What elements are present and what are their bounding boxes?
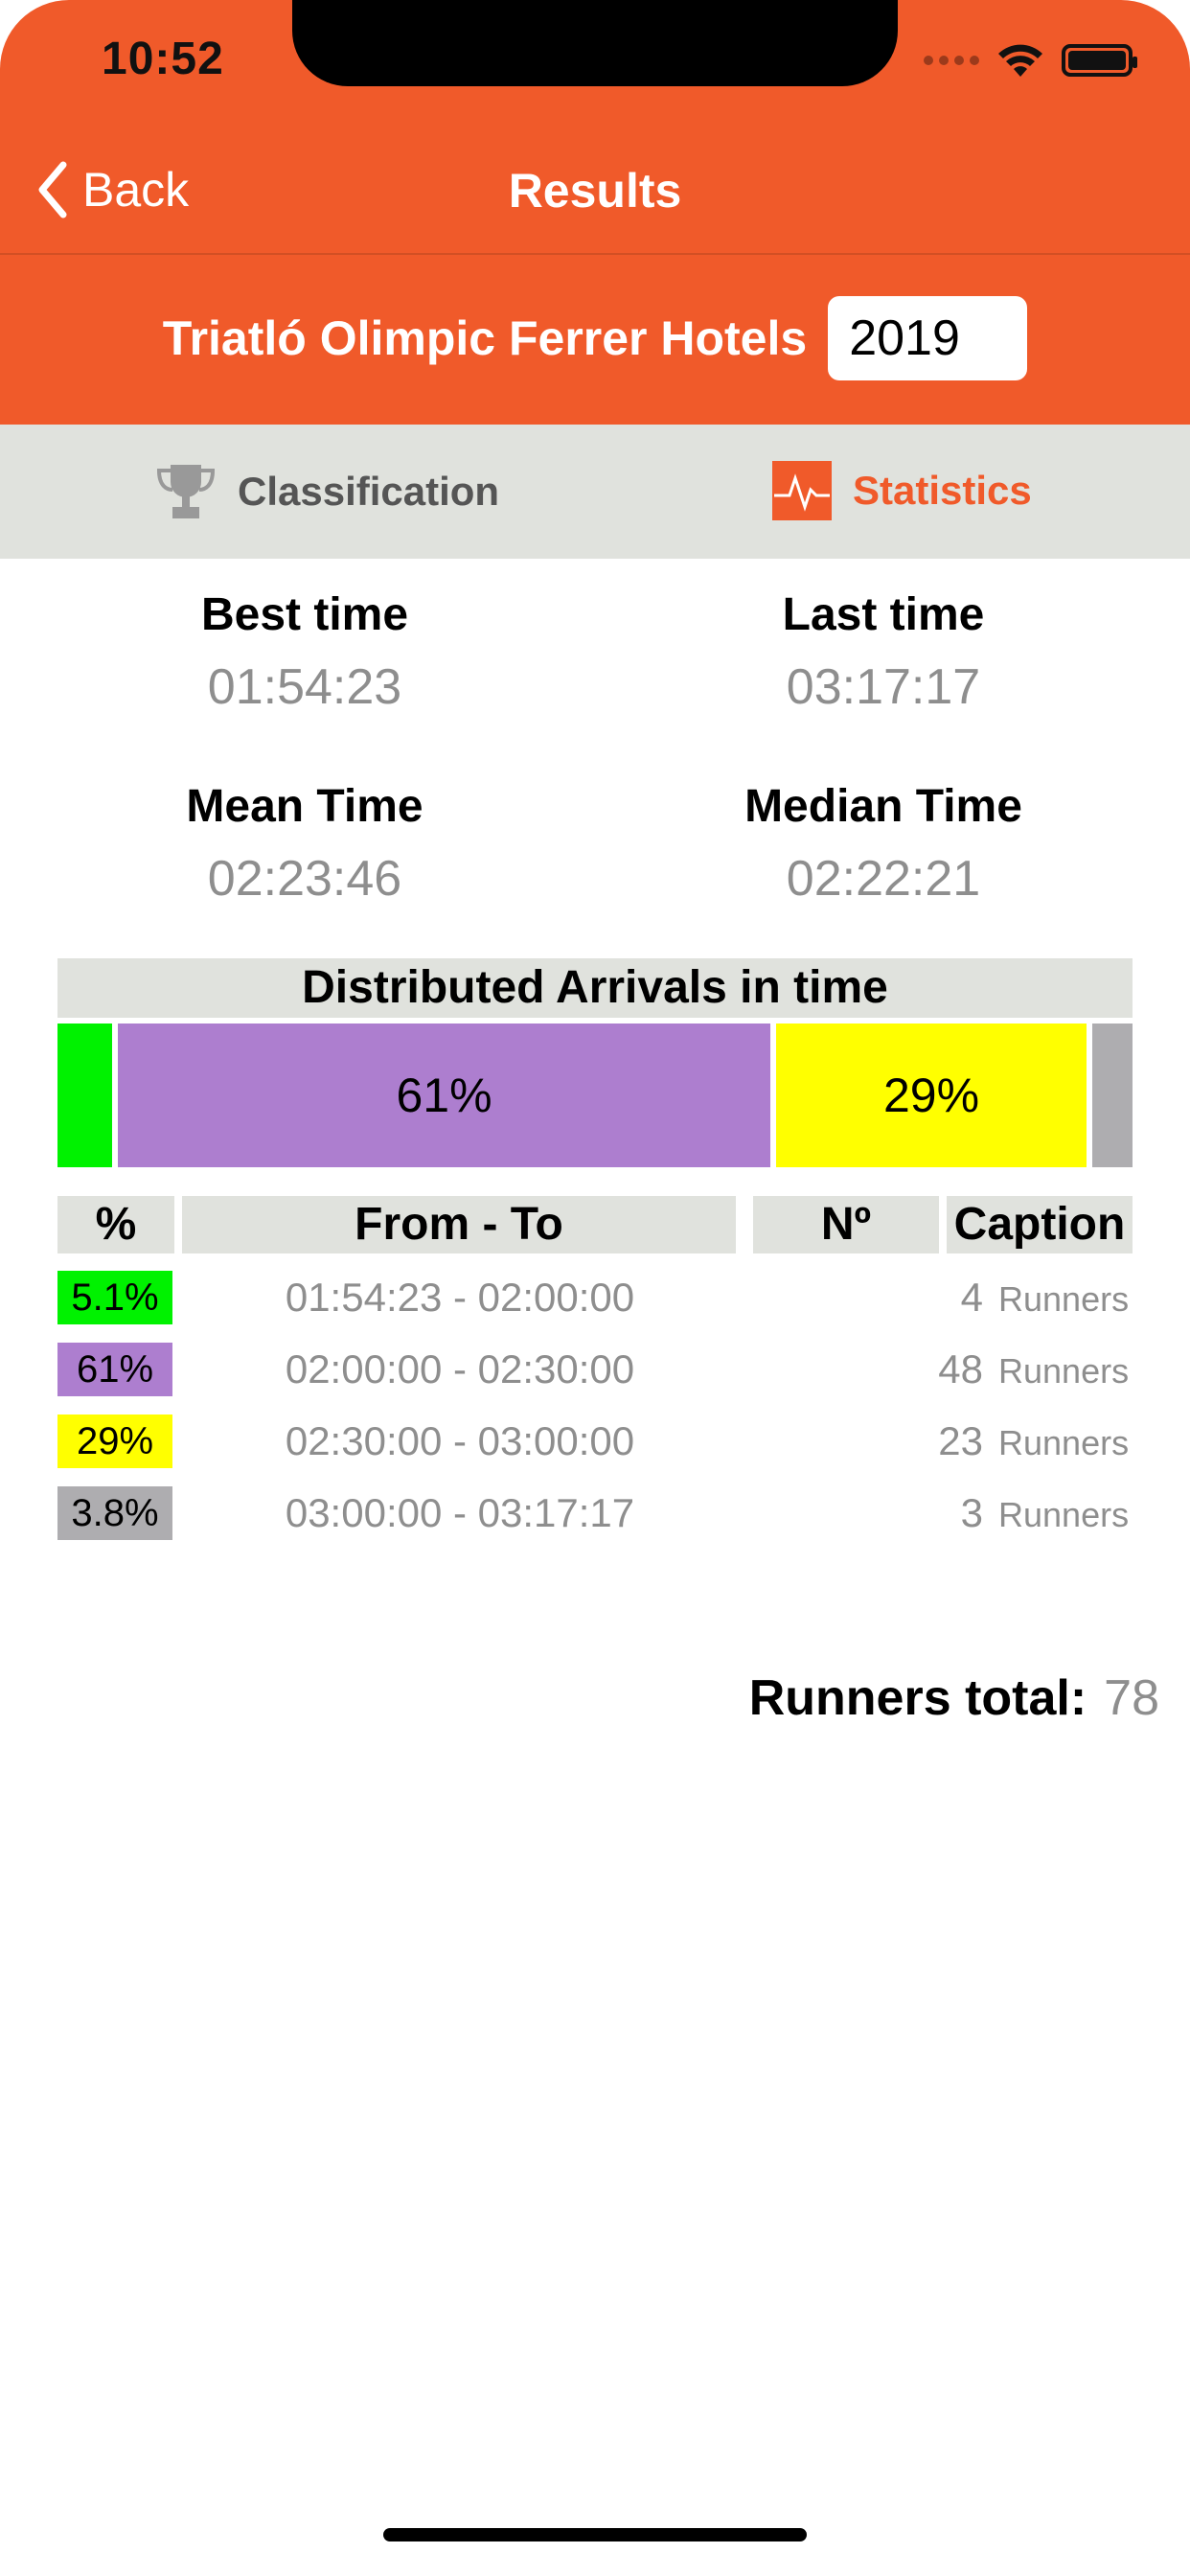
- median-time-block: Median Time 02:22:21: [644, 780, 1123, 908]
- runners-total-value: 78: [1104, 1670, 1159, 1726]
- mean-time-label: Mean Time: [186, 781, 423, 832]
- table-row: 3.8% 03:00:00 - 03:17:17 3 Runners: [0, 1486, 1190, 1548]
- mean-time-value: 02:23:46: [207, 851, 402, 907]
- last-time-block: Last time 03:17:17: [644, 588, 1123, 716]
- runners-total: Runners total: 78: [749, 1669, 1159, 1727]
- median-time-value: 02:22:21: [786, 851, 981, 907]
- best-time-block: Best time 01:54:23: [65, 588, 544, 716]
- row-count: 3: [960, 1490, 983, 1535]
- nav-bar: Back Results: [0, 144, 1190, 255]
- row-count: 48: [938, 1346, 983, 1392]
- last-time-value: 03:17:17: [786, 659, 981, 715]
- row-count: 4: [960, 1275, 983, 1320]
- year-selector[interactable]: 2019: [828, 296, 1028, 380]
- header-area: 10:52 Back Results Triatló Olimpic Ferre…: [0, 0, 1190, 425]
- home-indicator[interactable]: [383, 2528, 807, 2542]
- row-caption: Runners: [998, 1423, 1130, 1462]
- distribution-segment: [1092, 1024, 1133, 1167]
- header-number: Nº: [753, 1196, 939, 1254]
- best-time-value: 01:54:23: [207, 659, 402, 715]
- row-range: 02:00:00 - 02:30:00: [285, 1346, 635, 1392]
- wifi-icon: [998, 44, 1042, 77]
- table-row: 29% 02:30:00 - 03:00:00 23 Runners: [0, 1414, 1190, 1476]
- distribution-segment: 61%: [118, 1024, 770, 1167]
- row-range: 02:30:00 - 03:00:00: [285, 1418, 635, 1463]
- table-row: 5.1% 01:54:23 - 02:00:00 4 Runners: [0, 1271, 1190, 1332]
- row-caption: Runners: [998, 1279, 1130, 1319]
- header-caption: Caption: [947, 1196, 1133, 1254]
- row-range: 01:54:23 - 02:00:00: [285, 1275, 635, 1320]
- distribution-title: Distributed Arrivals in time: [57, 958, 1133, 1018]
- runners-total-label: Runners total:: [748, 1670, 1087, 1726]
- best-time-label: Best time: [200, 589, 409, 640]
- tab-statistics[interactable]: Statistics: [772, 461, 1032, 520]
- row-range: 03:00:00 - 03:17:17: [285, 1490, 635, 1535]
- trophy-icon: [156, 465, 216, 518]
- tab-bar: Classification Statistics: [0, 425, 1190, 559]
- last-time-label: Last time: [782, 589, 985, 640]
- status-icons: [924, 42, 1137, 79]
- row-caption: Runners: [998, 1351, 1130, 1391]
- row-count: 23: [938, 1418, 983, 1463]
- notch: [292, 0, 898, 86]
- tab-classification[interactable]: Classification: [155, 461, 499, 522]
- tab-classification-label: Classification: [238, 469, 500, 514]
- row-caption: Runners: [998, 1495, 1130, 1534]
- header-pct: %: [57, 1196, 174, 1254]
- signal-icon: [924, 56, 979, 65]
- status-time: 10:52: [102, 34, 224, 84]
- event-name: Triatló Olimpic Ferrer Hotels: [162, 311, 808, 365]
- mean-time-block: Mean Time 02:23:46: [65, 780, 544, 908]
- tab-statistics-label: Statistics: [853, 468, 1032, 513]
- row-pct: 3.8%: [57, 1486, 172, 1540]
- chart-icon: [772, 461, 832, 520]
- battery-icon: [1062, 44, 1137, 77]
- row-pct: 5.1%: [57, 1271, 172, 1324]
- header-range: From - To: [182, 1196, 736, 1254]
- row-pct: 29%: [57, 1414, 172, 1468]
- distribution-segment: [57, 1024, 112, 1167]
- table-row: 61% 02:00:00 - 02:30:00 48 Runners: [0, 1343, 1190, 1404]
- row-pct: 61%: [57, 1343, 172, 1396]
- distribution-segment: 29%: [776, 1024, 1087, 1167]
- median-time-label: Median Time: [744, 781, 1022, 832]
- page-title: Results: [508, 164, 682, 218]
- phone-screen: 10:52 Back Results Triatló Olimpic Ferre…: [0, 0, 1190, 2576]
- distribution-bar: 61% 29%: [57, 1024, 1133, 1167]
- event-row: Triatló Olimpic Ferrer Hotels 2019: [0, 295, 1190, 381]
